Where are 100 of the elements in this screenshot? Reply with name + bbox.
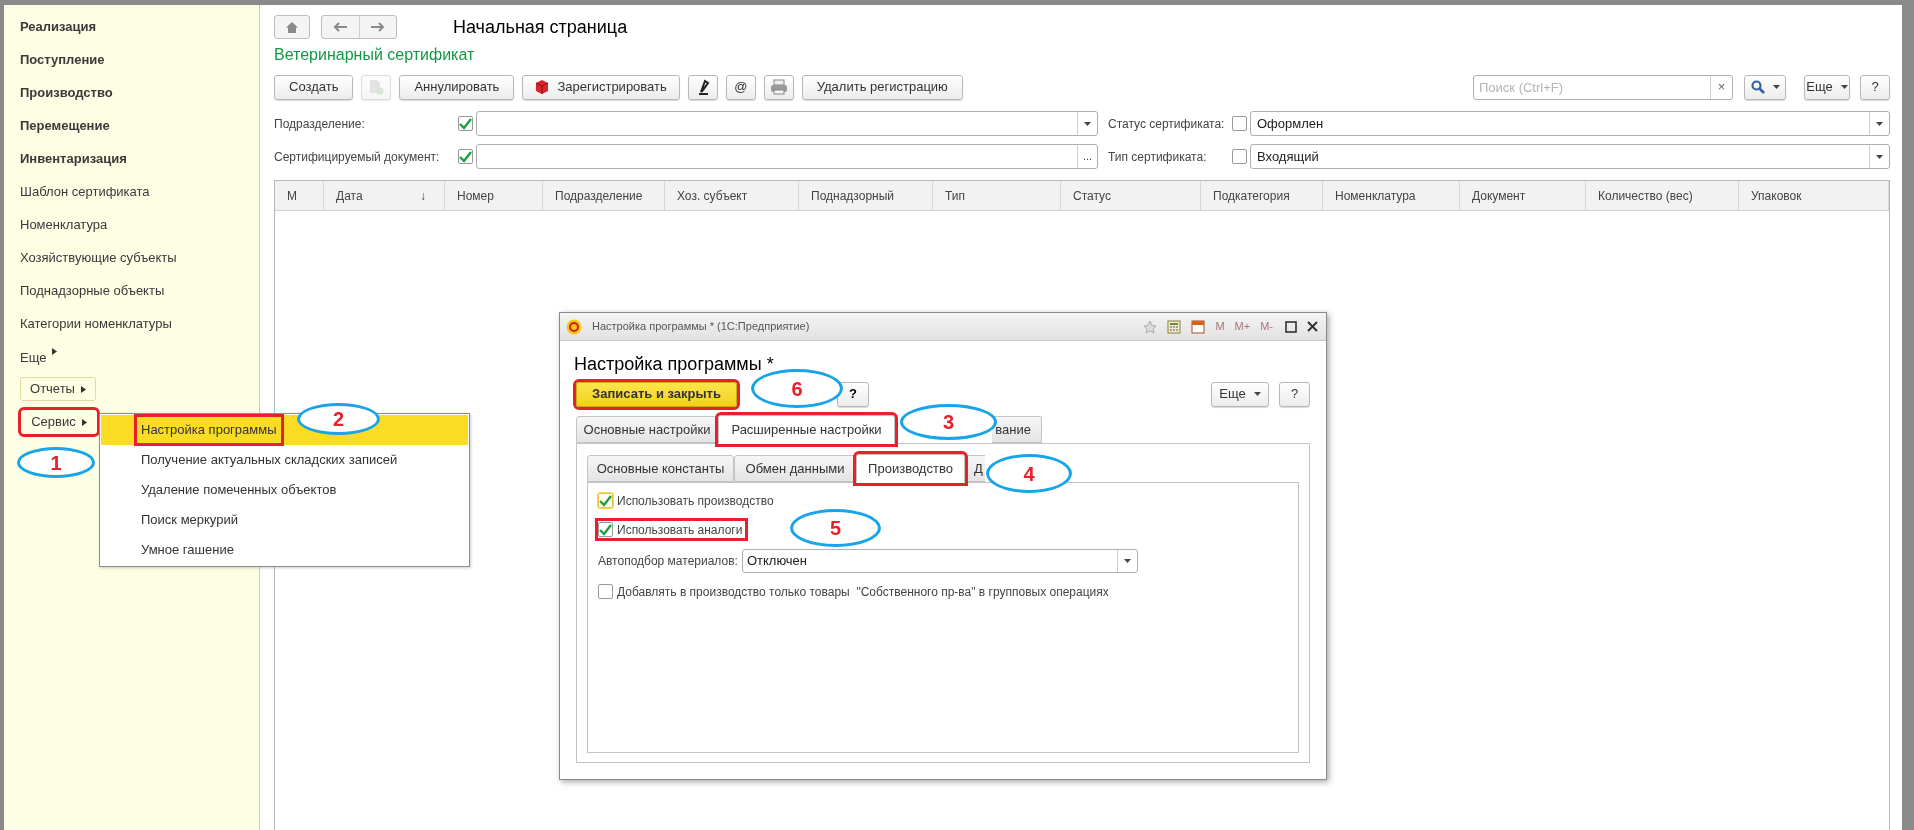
- form-title: Ветеринарный сертификат: [274, 45, 476, 65]
- checkbox[interactable]: [458, 116, 473, 131]
- toolbar-button[interactable]: Создать: [274, 74, 354, 100]
- filter-field[interactable]: [476, 111, 1098, 136]
- select-button[interactable]: ...: [1077, 145, 1097, 168]
- sidebar-item[interactable]: Шаблон сертификата: [20, 182, 259, 215]
- caret-icon: [1084, 121, 1091, 126]
- field-value: Отключен: [745, 551, 809, 570]
- maximize-icon[interactable]: [1285, 320, 1297, 333]
- tab[interactable]: Основные константы: [587, 455, 734, 482]
- menu-item[interactable]: Удаление помеченных объектов: [101, 475, 468, 505]
- caret-icon: [1123, 558, 1131, 563]
- sidebar-item[interactable]: Перемещение: [20, 116, 259, 149]
- home-icon: [286, 21, 298, 33]
- checkbox-label: Использовать аналоги: [617, 521, 743, 539]
- toolbar-button[interactable]: @: [725, 74, 756, 100]
- caret-icon: [52, 348, 58, 355]
- help-button[interactable]: ?: [837, 381, 869, 407]
- home-button[interactable]: [274, 15, 310, 39]
- section-button[interactable]: Сервис: [21, 410, 97, 434]
- column-header[interactable]: Тип: [933, 181, 1061, 210]
- toolbar-button[interactable]: Удалить регистрацию: [801, 74, 963, 100]
- document-add-icon: [368, 79, 385, 95]
- toolbar-button[interactable]: [687, 74, 718, 100]
- close-icon[interactable]: [1307, 321, 1318, 332]
- search-field[interactable]: Поиск (Ctrl+F) ×: [1473, 74, 1733, 100]
- field-value: Оформлен: [1256, 114, 1325, 133]
- section-button[interactable]: Отчеты: [20, 377, 96, 401]
- select-field[interactable]: Отключен: [741, 548, 1138, 573]
- sort-indicator: ↓: [420, 187, 426, 205]
- caret-icon: [1253, 392, 1261, 396]
- menu-item[interactable]: Умное гашение: [101, 535, 468, 565]
- tab[interactable]: Основные настройки: [576, 416, 718, 443]
- column-header[interactable]: Количество (вес): [1586, 181, 1739, 210]
- filter-label: Тип сертификата:: [1108, 148, 1207, 166]
- filter-label: Статус сертификата:: [1108, 115, 1225, 133]
- filter-field[interactable]: ...: [476, 144, 1098, 169]
- tab[interactable]: вание: [992, 416, 1042, 443]
- more-button[interactable]: Еще: [1804, 74, 1850, 100]
- column-header[interactable]: Документ: [1460, 181, 1586, 210]
- filter-label: Подразделение:: [274, 115, 365, 133]
- star-icon[interactable]: [1143, 319, 1158, 334]
- menu-item[interactable]: Поиск меркурий: [101, 505, 468, 535]
- search-button[interactable]: [1744, 74, 1786, 100]
- sidebar-item[interactable]: Поднадзорные объекты: [20, 281, 259, 314]
- app-logo-icon: [566, 318, 582, 335]
- forward-arrow-icon: [370, 22, 385, 32]
- sidebar-item[interactable]: Инвентаризация: [20, 149, 259, 182]
- help-button[interactable]: ?: [1279, 381, 1310, 407]
- column-header[interactable]: Упаковок: [1739, 181, 1889, 210]
- tab[interactable]: Расширенные настройки: [718, 415, 895, 444]
- sidebar-item[interactable]: Производство: [20, 83, 259, 116]
- filter-field[interactable]: Входящий: [1250, 144, 1890, 169]
- checkbox[interactable]: [1232, 116, 1247, 131]
- sidebar-item[interactable]: Хозяйствующие субъекты: [20, 248, 259, 281]
- checkbox[interactable]: [598, 584, 613, 599]
- checkbox[interactable]: [1232, 149, 1247, 164]
- cube-icon: [535, 79, 550, 95]
- more-button[interactable]: Еще: [1211, 381, 1269, 407]
- column-header[interactable]: Поднадзорный: [799, 181, 933, 210]
- field-value: Входящий: [1256, 147, 1320, 166]
- page-title: Начальная страница: [453, 15, 628, 39]
- clear-button[interactable]: ×: [1710, 75, 1732, 99]
- search-icon: [1750, 80, 1765, 94]
- filter-field[interactable]: Оформлен: [1250, 111, 1890, 136]
- checkbox-label: Использовать производство: [617, 492, 774, 510]
- checkbox-label: Добавлять в производство только товары "Собственного пр-ва" в групповых операциях: [617, 583, 1109, 601]
- column-header[interactable]: Статус: [1061, 181, 1201, 210]
- menu-item[interactable]: Получение актуальных складских записей: [101, 445, 468, 475]
- sidebar-item[interactable]: Категории номенклатуры: [20, 314, 259, 347]
- caret-icon: [1876, 121, 1883, 126]
- checkbox[interactable]: [598, 493, 613, 508]
- caret-icon: [80, 385, 86, 393]
- caret-icon: [1772, 85, 1780, 89]
- tab[interactable]: Обмен данными: [734, 455, 856, 482]
- field-label: Автоподбор материалов:: [598, 552, 738, 570]
- checkbox[interactable]: [458, 149, 473, 164]
- checkbox[interactable]: [598, 522, 613, 537]
- sidebar-item[interactable]: Поступление: [20, 50, 259, 83]
- column-header[interactable]: Номер: [445, 181, 543, 210]
- column-header[interactable]: Подразделение: [543, 181, 665, 210]
- help-button[interactable]: ?: [1860, 74, 1890, 100]
- save-and-close-button[interactable]: Записать и закрыть: [576, 381, 737, 407]
- register-button[interactable]: Зарегистрировать: [522, 74, 680, 100]
- column-header[interactable]: Номенклатура: [1323, 181, 1460, 210]
- column-header[interactable]: Дата ↓: [324, 181, 445, 210]
- window-title: Настройка программы * (1С:Предприятие): [592, 319, 810, 335]
- filter-label: Сертифицируемый документ:: [274, 148, 440, 166]
- column-header[interactable]: Подкатегория: [1201, 181, 1323, 210]
- more-link[interactable]: Еще: [20, 347, 259, 376]
- calendar-icon[interactable]: [1191, 319, 1206, 334]
- column-header[interactable]: М: [275, 181, 324, 210]
- more-label: Еще: [20, 349, 47, 367]
- printer-icon: [769, 79, 788, 95]
- toolbar-button[interactable]: Аннулировать: [399, 74, 515, 100]
- calculator-icon[interactable]: [1167, 319, 1182, 334]
- tab[interactable]: Производство: [856, 454, 965, 483]
- sidebar-item[interactable]: Реализация: [20, 17, 259, 50]
- sidebar-item[interactable]: Номенклатура: [20, 215, 259, 248]
- column-header[interactable]: Хоз. субъект: [665, 181, 799, 210]
